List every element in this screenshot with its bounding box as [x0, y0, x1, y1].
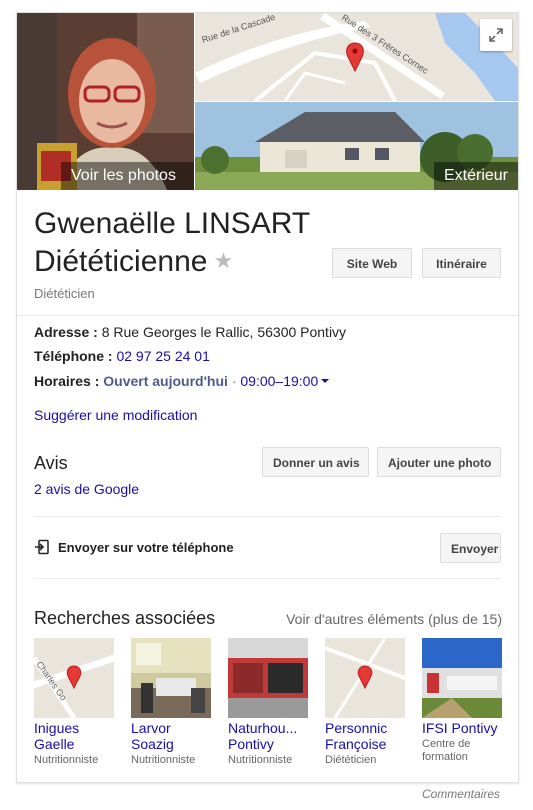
business-name: Gwenaëlle LINSART: [34, 207, 311, 240]
related-item-name[interactable]: Inigues Gaelle: [34, 720, 114, 752]
related-category-line1: Centre de: [422, 738, 471, 750]
exterior-label[interactable]: Extérieur: [433, 162, 518, 190]
website-button[interactable]: Site Web: [332, 248, 412, 278]
exterior-photo[interactable]: Extérieur: [195, 102, 518, 190]
caret-down-icon: [321, 379, 330, 383]
related-title: Recherches associées: [34, 608, 216, 628]
reviews-title: Avis: [34, 453, 68, 473]
add-photo-button[interactable]: Ajouter une photo: [377, 447, 501, 477]
business-title: Gwenaëlle LINSART Diététicienne ★: [34, 205, 310, 280]
building-image: [422, 638, 502, 718]
related-item-name[interactable]: Naturhou... Pontivy: [228, 720, 308, 752]
related-name-line1[interactable]: Naturhou...: [228, 720, 308, 736]
hours-status: Ouvert aujourd'hui: [103, 373, 228, 389]
related-item-name[interactable]: IFSI Pontivy: [422, 720, 502, 736]
feedback-link[interactable]: Commentaires: [422, 787, 500, 801]
star-icon[interactable]: ★: [213, 248, 233, 273]
business-name-line2: Diététicienne: [34, 245, 208, 278]
hours-row: Horaires : Ouvert aujourd'hui · 09:00–19…: [34, 373, 330, 389]
office-image: [131, 638, 211, 718]
map-image: Rue de la Cascade Rue des 3 Frères Corne…: [195, 13, 518, 101]
hours-dropdown[interactable]: 09:00–19:00: [240, 373, 330, 389]
related-item[interactable]: Naturhou... Pontivy Nutritionniste: [228, 638, 308, 767]
related-item-photo[interactable]: [228, 638, 308, 718]
suggest-edit-link[interactable]: Suggérer une modification: [34, 407, 197, 423]
related-item[interactable]: IFSI Pontivy Centre de formation: [422, 638, 502, 764]
related-item-name[interactable]: Personnic Françoise: [325, 720, 405, 752]
photo-header: Voir les photos Rue de la Cascade Rue de…: [17, 13, 518, 190]
storefront-image: [228, 638, 308, 718]
write-review-button[interactable]: Donner un avis: [262, 447, 369, 477]
hours-label: Horaires :: [34, 373, 100, 389]
related-name-line2[interactable]: Soazig: [131, 736, 211, 752]
reviews-count-link[interactable]: 2 avis de Google: [34, 481, 139, 497]
divider: [17, 315, 518, 316]
view-photos-label[interactable]: Voir les photos: [61, 162, 194, 190]
hours-separator: ·: [231, 373, 237, 389]
related-item[interactable]: Personnic Françoise Diététicien: [325, 638, 405, 767]
related-item-category: Diététicien: [325, 754, 377, 766]
expand-map-button[interactable]: [480, 19, 512, 51]
hours-value: 09:00–19:00: [240, 373, 319, 389]
related-name-line1[interactable]: Inigues: [34, 720, 114, 736]
expand-icon: [489, 28, 503, 42]
related-item-photo[interactable]: [131, 638, 211, 718]
related-name-line2[interactable]: Pontivy: [228, 736, 308, 752]
address-label: Adresse :: [34, 324, 98, 340]
send-to-phone-icon: [35, 539, 49, 555]
related-item-category: Nutritionniste: [228, 754, 293, 766]
related-item-category: Nutritionniste: [131, 754, 196, 766]
related-item-photo[interactable]: [422, 638, 502, 718]
address-row: Adresse : 8 Rue Georges le Rallic, 56300…: [34, 324, 346, 340]
directions-button[interactable]: Itinéraire: [422, 248, 501, 278]
location-map[interactable]: Rue de la Cascade Rue des 3 Frères Corne…: [195, 13, 518, 101]
map-image: [325, 638, 405, 718]
portrait-photo[interactable]: Voir les photos: [17, 13, 194, 190]
related-name-line1[interactable]: IFSI Pontivy: [422, 720, 502, 736]
map-image: Charles Go: [34, 638, 114, 718]
send-to-phone-label: Envoyer sur votre téléphone: [58, 539, 234, 555]
divider: [34, 578, 501, 579]
related-item-map[interactable]: Charles Go: [34, 638, 114, 718]
business-category: Diététicien: [34, 286, 95, 301]
knowledge-panel: Voir les photos Rue de la Cascade Rue de…: [16, 12, 519, 783]
related-item-map[interactable]: [325, 638, 405, 718]
divider: [34, 516, 501, 517]
related-name-line2[interactable]: Gaelle: [34, 736, 114, 752]
send-to-phone-row: Envoyer sur votre téléphone: [34, 539, 234, 555]
send-button[interactable]: Envoyer: [440, 533, 501, 563]
phone-label: Téléphone :: [34, 348, 113, 364]
related-name-line2[interactable]: Françoise: [325, 736, 405, 752]
phone-row: Téléphone : 02 97 25 24 01: [34, 348, 210, 364]
see-more-link[interactable]: Voir d'autres éléments (plus de 15): [286, 611, 502, 627]
phone-link[interactable]: 02 97 25 24 01: [116, 348, 209, 364]
related-item[interactable]: Larvor Soazig Nutritionniste: [131, 638, 211, 767]
address-value: 8 Rue Georges le Rallic, 56300 Pontivy: [101, 324, 347, 340]
related-name-line1[interactable]: Personnic: [325, 720, 405, 736]
related-name-line1[interactable]: Larvor: [131, 720, 211, 736]
related-item-name[interactable]: Larvor Soazig: [131, 720, 211, 752]
related-category-line2: formation: [422, 751, 468, 763]
related-item-category: Centre de formation: [422, 738, 502, 764]
related-item[interactable]: Charles Go Inigues Gaelle Nutritionniste: [34, 638, 114, 767]
related-item-category: Nutritionniste: [34, 754, 99, 766]
